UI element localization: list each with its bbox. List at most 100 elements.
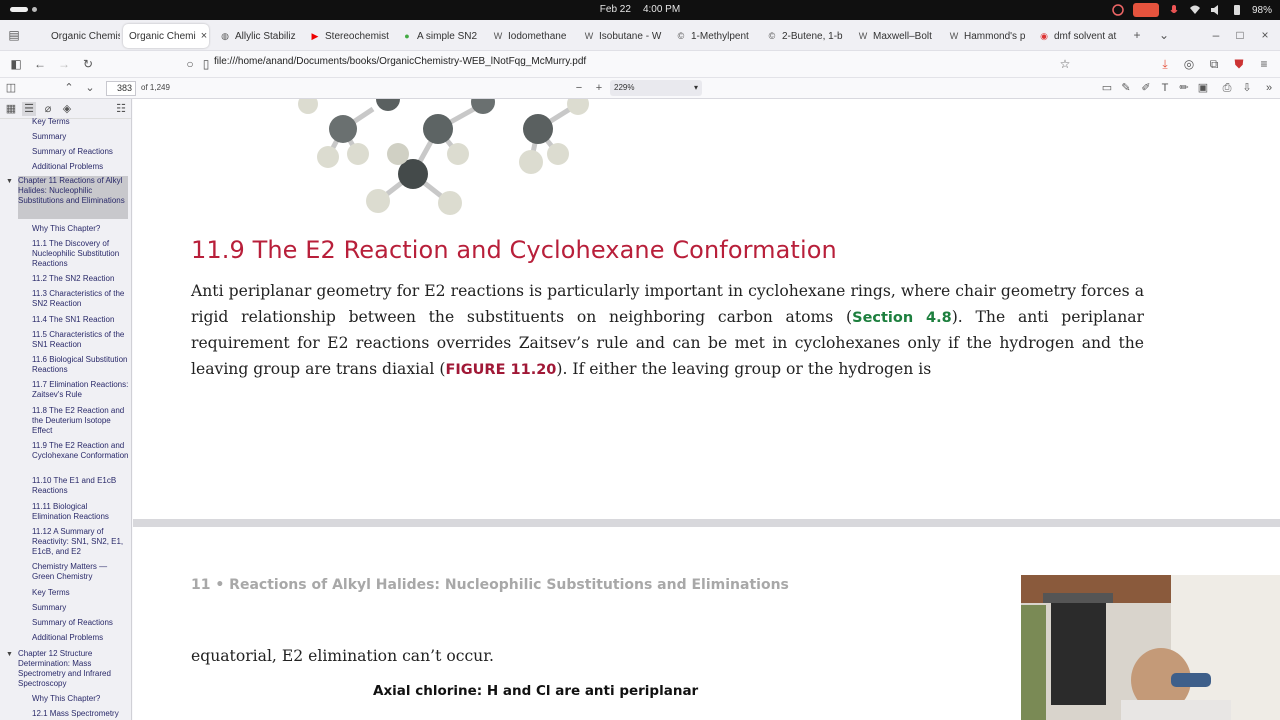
zoom-out-icon[interactable]: − — [572, 81, 586, 95]
draw-icon[interactable]: ✐ — [1139, 81, 1153, 95]
menu-icon[interactable]: ≡ — [1256, 56, 1272, 72]
outline-item[interactable]: 11.12 A Summary of Reactivity: SN1, SN2,… — [32, 527, 130, 557]
outline-item[interactable]: 11.11 Biological Elimination Reactions — [32, 502, 128, 522]
chevron-down-icon[interactable]: ⌄ — [1156, 27, 1172, 43]
ublock-icon[interactable]: ⛊ — [1231, 56, 1247, 72]
pdf-icon — [36, 31, 46, 41]
new-tab-icon[interactable]: + — [1129, 27, 1145, 43]
tab-label: Iodomethane — [508, 30, 567, 42]
outline-item[interactable]: 11.9 The E2 Reaction and Cyclohexane Con… — [32, 441, 130, 461]
expand-triangle-icon[interactable]: ▼ — [6, 178, 13, 185]
outline-item[interactable]: Summary — [32, 603, 128, 613]
minimize-icon[interactable]: – — [1208, 27, 1224, 43]
outline-item[interactable]: 11.4 The SN1 Reaction — [32, 315, 128, 325]
sidebar-toggle-icon[interactable]: ◧ — [8, 56, 24, 72]
page-icon[interactable]: ▯ — [198, 56, 214, 72]
outline-item[interactable]: Chemistry Matters — Green Chemistry — [32, 562, 128, 582]
outline-item[interactable]: 12.1 Mass Spectrometry — [32, 709, 130, 719]
outline-item[interactable]: Summary of Reactions — [32, 147, 128, 157]
forward-icon[interactable]: → — [56, 56, 72, 72]
shield-icon[interactable]: ○ — [182, 56, 198, 72]
comment-icon[interactable]: ▭ — [1100, 81, 1114, 95]
browser-tab[interactable]: W Hammond's p — [943, 24, 1029, 48]
body-paragraph: equatorial, E2 elimination can’t occur. — [191, 647, 494, 665]
browser-tab[interactable]: © 2-Butene, 1-b — [761, 24, 847, 48]
outline-item[interactable]: 11.2 The SN2 Reaction — [32, 274, 128, 284]
battery-icon[interactable] — [1231, 4, 1243, 16]
outline-item[interactable]: Why This Chapter? — [32, 694, 128, 704]
back-icon[interactable]: ← — [32, 56, 48, 72]
browser-tab[interactable]: Organic Chemist — [30, 24, 120, 48]
tab-list-icon[interactable]: ▤ — [6, 27, 22, 43]
signature-icon[interactable]: ✎ — [1119, 81, 1133, 95]
attachments-icon[interactable]: ⌀ — [41, 102, 55, 116]
microphone-icon[interactable] — [1168, 4, 1180, 16]
outline-item[interactable]: 11.8 The E2 Reaction and the Deuterium I… — [32, 406, 130, 436]
extensions-icon[interactable]: ⧉ — [1206, 56, 1222, 72]
outline-icon[interactable]: ☰ — [22, 102, 36, 116]
expand-triangle-icon[interactable]: ▼ — [6, 651, 13, 658]
tab-label: Maxwell–Bolt — [873, 30, 932, 42]
account-icon[interactable]: ◎ — [1181, 56, 1197, 72]
browser-tab-active[interactable]: Organic Chemi × — [123, 24, 209, 48]
outline-item[interactable]: Key Terms — [32, 117, 128, 127]
figure-link[interactable]: FIGURE 11.20 — [445, 362, 556, 378]
browser-tab[interactable]: W Maxwell–Bolt — [852, 24, 938, 48]
volume-icon[interactable] — [1210, 4, 1222, 16]
close-window-icon[interactable]: × — [1257, 27, 1273, 43]
next-page-icon[interactable]: ⌄ — [83, 81, 97, 95]
highlight-icon[interactable]: ✏ — [1177, 81, 1191, 95]
outline-item[interactable]: Why This Chapter? — [32, 224, 128, 234]
close-icon[interactable]: × — [201, 30, 207, 42]
wikipedia-icon: W — [949, 31, 959, 41]
screen-record-icon[interactable] — [1132, 3, 1159, 17]
reload-icon[interactable]: ↻ — [80, 56, 96, 72]
outline-options-icon[interactable]: ☷ — [114, 102, 128, 116]
page-number-input[interactable]: 383 — [106, 81, 136, 96]
browser-tab[interactable]: ◉ dmf solvent at — [1033, 24, 1119, 48]
zoom-select[interactable]: 229% ▾ — [610, 80, 702, 96]
wikipedia-icon: W — [584, 31, 594, 41]
system-top-bar: Feb 22 4:00 PM 98% — [0, 0, 1280, 20]
outline-item[interactable]: Key Terms — [32, 588, 128, 598]
clock[interactable]: Feb 22 4:00 PM — [0, 4, 1280, 15]
download-icon[interactable]: ⤓ — [1157, 56, 1173, 72]
outline-item[interactable]: 11.7 Elimination Reactions: Zaitsev's Ru… — [32, 380, 130, 400]
thumbnails-icon[interactable]: ▦ — [4, 102, 18, 116]
outline-item[interactable]: Summary of Reactions — [32, 618, 128, 628]
image-icon[interactable]: ▣ — [1196, 81, 1210, 95]
browser-tab[interactable]: W Iodomethane — [487, 24, 573, 48]
tab-label: Organic Chemi — [129, 30, 196, 42]
outline-item[interactable]: Additional Problems — [32, 633, 128, 643]
browser-tab[interactable]: ● A simple SN2 — [396, 24, 480, 48]
outline-item[interactable]: 11.6 Biological Substitution Reactions — [32, 355, 128, 375]
browser-tab[interactable]: W Isobutane - W — [578, 24, 664, 48]
molecule-model-image — [298, 99, 589, 215]
url-bar[interactable]: file:///home/anand/Documents/books/Organ… — [214, 56, 586, 67]
outline-item[interactable]: Additional Problems — [32, 162, 128, 172]
layers-icon[interactable]: ◈ — [60, 102, 74, 116]
outline-item[interactable]: 11.10 The E1 and E1cB Reactions — [32, 476, 128, 496]
outline-chapter-selected[interactable]: Chapter 11 Reactions of Alkyl Halides: N… — [18, 176, 128, 219]
outline-item[interactable]: 11.3 Characteristics of the SN2 Reaction — [32, 289, 128, 309]
system-tray[interactable]: 98% — [1112, 3, 1272, 17]
sidebar-toggle-icon[interactable]: ◫ — [4, 81, 18, 95]
more-tools-icon[interactable]: » — [1262, 81, 1276, 95]
bookmark-star-icon[interactable]: ☆ — [1057, 56, 1073, 72]
browser-tab[interactable]: © 1-Methylpent — [670, 24, 756, 48]
outline-chapter[interactable]: Chapter 12 Structure Determination: Mass… — [18, 649, 128, 689]
wifi-icon[interactable] — [1189, 4, 1201, 16]
save-icon[interactable]: ⇩ — [1240, 81, 1254, 95]
text-icon[interactable]: T — [1158, 81, 1172, 95]
zoom-in-icon[interactable]: + — [592, 81, 606, 95]
outline-item[interactable]: Summary — [32, 132, 128, 142]
browser-tab[interactable]: ◍ Allylic Stabiliz — [214, 24, 300, 48]
browser-tab[interactable]: ▶ Stereochemist — [304, 24, 390, 48]
outline-item[interactable]: 11.5 Characteristics of the SN1 Reaction — [32, 330, 128, 350]
section-link[interactable]: Section 4.8 — [852, 310, 952, 326]
app-indicator-icon[interactable] — [1112, 4, 1124, 16]
print-icon[interactable]: ⎙ — [1220, 81, 1234, 95]
previous-page-icon[interactable]: ⌃ — [62, 81, 76, 95]
outline-item[interactable]: 11.1 The Discovery of Nucleophilic Subst… — [32, 239, 130, 269]
maximize-icon[interactable]: □ — [1232, 27, 1248, 43]
